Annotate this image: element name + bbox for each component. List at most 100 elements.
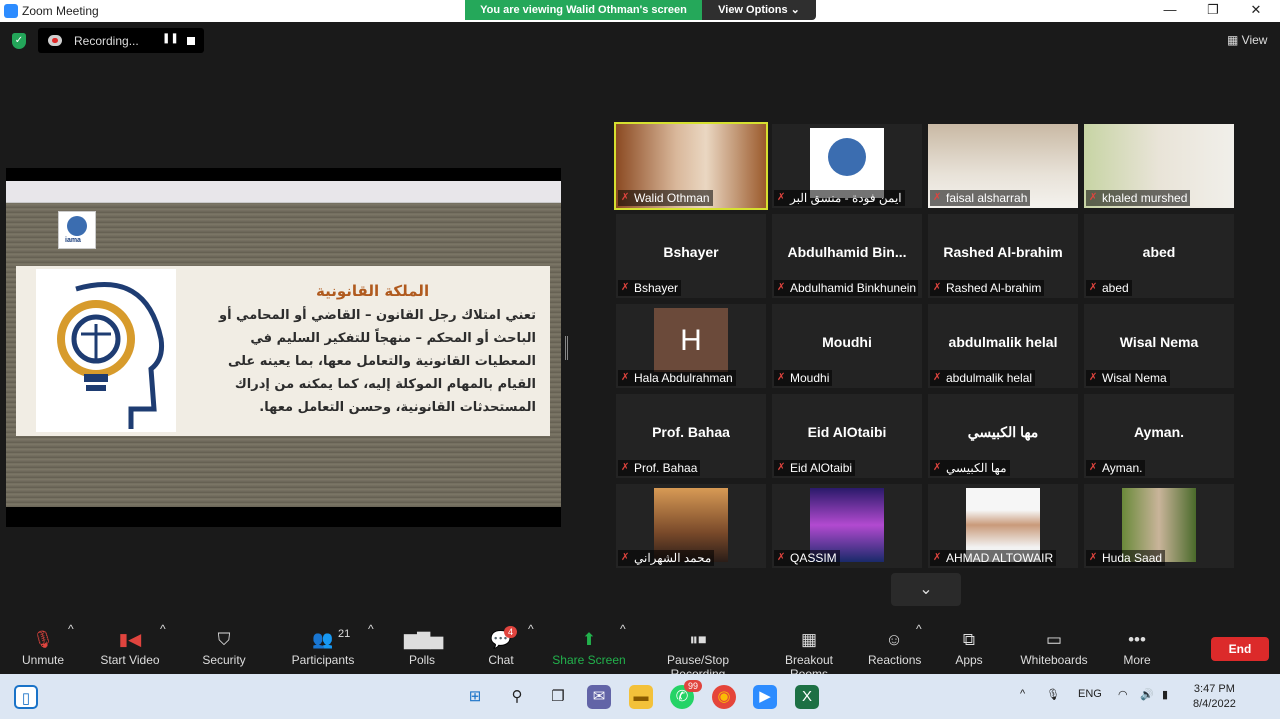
- participant-tile[interactable]: abed ✗ abed: [1084, 214, 1234, 298]
- excel-icon[interactable]: X: [795, 685, 819, 709]
- participant-tile[interactable]: ✗ محمد الشهراني: [616, 484, 766, 568]
- muted-microphone-icon: ✗: [1089, 462, 1098, 473]
- participant-tile[interactable]: Abdulhamid Bin... ✗ Abdulhamid Binkhunein: [772, 214, 922, 298]
- presenter-app-toolbar: [6, 181, 561, 203]
- participant-tile[interactable]: H ✗ Hala Abdulrahman: [616, 304, 766, 388]
- muted-microphone-icon: ✗: [777, 372, 786, 383]
- chrome-icon[interactable]: ◉: [712, 685, 736, 709]
- windows-taskbar: ▯ ⊞ ⚲ ❐ ✉ ▬ ✆ 99 ◉ ▶ X ^ 🎙 ENG ◠ 🔊 ▮ 3:4…: [0, 674, 1280, 719]
- share-screen-button[interactable]: ⬆ Share Screen: [552, 622, 626, 674]
- battery-icon[interactable]: ▮: [1162, 688, 1168, 701]
- participant-name: khaled murshed: [1102, 191, 1188, 205]
- participants-button[interactable]: 👥 Participants 21: [290, 622, 356, 674]
- participant-tile[interactable]: Moudhi ✗ Moudhi: [772, 304, 922, 388]
- muted-microphone-icon: ✗: [621, 192, 630, 203]
- participants-options-caret[interactable]: ^: [368, 622, 374, 674]
- chat-label: Chat: [488, 653, 514, 667]
- reactions-options-caret[interactable]: ^: [916, 622, 922, 674]
- reactions-button[interactable]: ☺ Reactions: [868, 622, 921, 674]
- start-video-button[interactable]: ▮◀ Start Video: [98, 622, 162, 674]
- participant-tile[interactable]: Wisal Nema ✗ Wisal Nema: [1084, 304, 1234, 388]
- split-view-handle[interactable]: [565, 336, 568, 360]
- task-view-icon[interactable]: ❐: [546, 685, 570, 709]
- security-button[interactable]: ⛉ Security: [200, 622, 248, 674]
- participant-tile[interactable]: Bshayer ✗ Bshayer: [616, 214, 766, 298]
- security-shield-icon[interactable]: ✓: [12, 33, 26, 49]
- zoom-app-icon: [4, 4, 18, 18]
- audio-options-caret[interactable]: ^: [68, 622, 74, 674]
- participant-display-name: Ayman.: [1133, 424, 1185, 440]
- avatar-initial: H: [680, 324, 702, 357]
- muted-microphone-icon: ✗: [1089, 372, 1098, 383]
- wifi-icon[interactable]: ◠: [1118, 688, 1128, 701]
- shield-icon: ⛉: [217, 630, 231, 649]
- system-clock[interactable]: 3:47 PM 8/4/2022: [1193, 682, 1236, 712]
- muted-microphone-icon: ✗: [621, 552, 630, 563]
- show-hidden-icons-caret[interactable]: ^: [1020, 688, 1025, 700]
- microphone-tray-icon[interactable]: 🎙: [1046, 688, 1060, 701]
- unmute-button[interactable]: 🎙 Unmute: [18, 622, 68, 674]
- pause-stop-icon: ⏸⏹: [689, 630, 707, 649]
- pause-stop-recording-button[interactable]: ⏸⏹ Pause/Stop Recording: [640, 622, 756, 681]
- windows-start-icon[interactable]: ⊞: [463, 685, 487, 709]
- close-button[interactable]: ✕: [1246, 2, 1266, 18]
- muted-microphone-icon: ✗: [933, 372, 942, 383]
- share-options-caret[interactable]: ^: [620, 622, 626, 674]
- volume-icon[interactable]: 🔊: [1140, 688, 1154, 701]
- search-icon[interactable]: ⚲: [505, 685, 529, 709]
- polls-label: Polls: [408, 653, 435, 667]
- chat-button[interactable]: 💬 Chat 4: [484, 622, 518, 674]
- participant-tile[interactable]: Eid AlOtaibi ✗ Eid AlOtaibi: [772, 394, 922, 478]
- participant-tile[interactable]: Prof. Bahaa ✗ Prof. Bahaa: [616, 394, 766, 478]
- whatsapp-badge: 99: [684, 680, 703, 692]
- participant-tile[interactable]: ✗ Huda Saad: [1084, 484, 1234, 568]
- apps-label: Apps: [955, 653, 983, 667]
- participant-name-label: ✗ Walid Othman: [618, 190, 713, 206]
- muted-microphone-icon: ✗: [1089, 282, 1098, 293]
- minimize-button[interactable]: —: [1160, 2, 1180, 17]
- slide-heading: الملكة القانونية: [316, 282, 430, 300]
- participant-tile[interactable]: ✗ faisal alsharrah: [928, 124, 1078, 208]
- pause-recording-button[interactable]: ❚❚: [162, 33, 179, 44]
- participant-tile[interactable]: abdulmalik helal ✗ abdulmalik helal: [928, 304, 1078, 388]
- breakout-rooms-button[interactable]: ▦ Breakout Rooms: [766, 622, 852, 681]
- participant-tile[interactable]: ✗ AHMAD ALTOWAIR: [928, 484, 1078, 568]
- chat-options-caret[interactable]: ^: [528, 622, 534, 674]
- share-screen-icon: ⬆: [581, 630, 597, 649]
- gallery-next-page-button[interactable]: ⌄: [891, 573, 961, 606]
- cloud-recording-icon: [48, 35, 62, 46]
- language-indicator[interactable]: ENG: [1078, 688, 1102, 700]
- teams-chat-icon[interactable]: ✉: [587, 685, 611, 709]
- maximize-button[interactable]: ❐: [1203, 2, 1223, 18]
- file-explorer-icon[interactable]: ▬: [629, 685, 653, 709]
- view-button[interactable]: ▦ View: [1227, 33, 1267, 47]
- muted-microphone-icon: ✗: [1089, 192, 1098, 203]
- participant-tile[interactable]: ✗ khaled murshed: [1084, 124, 1234, 208]
- participant-display-name: Rashed Al-brahim: [943, 244, 1063, 260]
- widgets-icon[interactable]: ▯: [14, 685, 38, 709]
- bar-chart-icon: ▆▇▅: [404, 630, 444, 649]
- stop-recording-button[interactable]: [187, 37, 195, 45]
- participant-tile[interactable]: ✗ QASSIM: [772, 484, 922, 568]
- participant-tile[interactable]: ✗ ايمن فودة - منسق البر: [772, 124, 922, 208]
- participant-name-label: ✗ Rashed Al-brahim: [930, 280, 1045, 296]
- polls-button[interactable]: ▆▇▅ Polls: [404, 622, 444, 674]
- end-meeting-button[interactable]: End: [1211, 637, 1269, 661]
- start-video-label: Start Video: [100, 653, 160, 667]
- view-options-button[interactable]: View Options ⌄: [702, 0, 816, 20]
- participant-name: QASSIM: [790, 551, 837, 565]
- apps-button[interactable]: ⧉ Apps: [952, 622, 986, 674]
- participant-name: Prof. Bahaa: [634, 461, 698, 475]
- participant-name-label: ✗ مها الكبيسي: [930, 460, 1010, 476]
- participant-tile[interactable]: ✗ Walid Othman: [614, 122, 768, 210]
- participant-name-label: ✗ Ayman.: [1086, 460, 1146, 476]
- zoom-taskbar-icon[interactable]: ▶: [753, 685, 777, 709]
- video-options-caret[interactable]: ^: [160, 622, 166, 674]
- participant-name: faisal alsharrah: [946, 191, 1028, 205]
- participant-tile[interactable]: Ayman. ✗ Ayman.: [1084, 394, 1234, 478]
- whiteboards-button[interactable]: ▭ Whiteboards: [1018, 622, 1090, 674]
- participant-display-name: Prof. Bahaa: [652, 424, 730, 440]
- more-button[interactable]: ••• More: [1120, 622, 1154, 674]
- participant-tile[interactable]: مها الكبيسي ✗ مها الكبيسي: [928, 394, 1078, 478]
- participant-tile[interactable]: Rashed Al-brahim ✗ Rashed Al-brahim: [928, 214, 1078, 298]
